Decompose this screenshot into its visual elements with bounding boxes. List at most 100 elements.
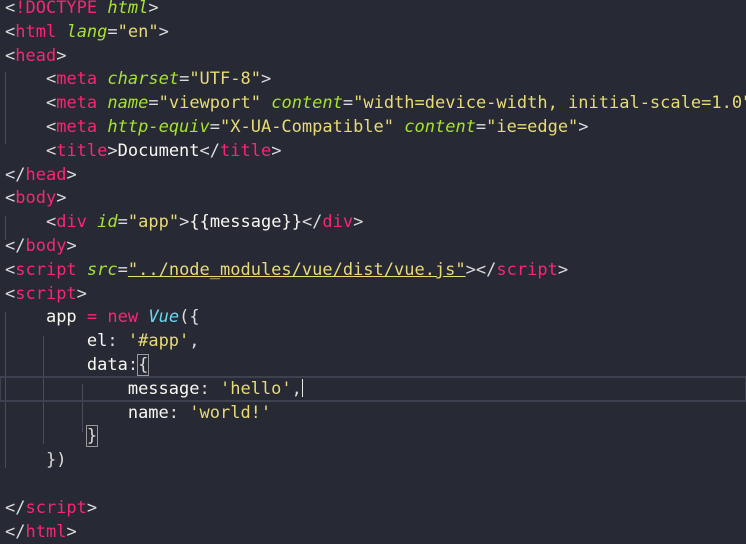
code-token: }) (45, 450, 67, 470)
code-line[interactable]: <script> (0, 282, 746, 306)
code-token: lang (66, 22, 108, 42)
code-token: > (465, 260, 476, 280)
code-line[interactable]: <meta http-equiv="X-UA-Compatible" conte… (0, 115, 746, 139)
code-line[interactable]: <!DOCTYPE html> (0, 0, 746, 20)
code-line[interactable]: el: '#app', (0, 329, 746, 353)
code-token: "width=device-width, initial-scale=1.0" (353, 93, 746, 113)
code-token: "X-UA-Compatible" (220, 117, 395, 137)
code-line[interactable]: <meta charset="UTF-8"> (0, 67, 746, 91)
code-line[interactable]: <html lang="en"> (0, 20, 746, 44)
code-line[interactable]: <body> (0, 186, 746, 210)
code-token: src (86, 260, 118, 280)
code-token: </ (475, 260, 497, 280)
code-line[interactable]: } (0, 424, 746, 448)
code-token: > (66, 522, 77, 542)
code-editor[interactable]: <!DOCTYPE html> <html lang="en"> <head> <m… (0, 0, 746, 542)
code-token: div (56, 212, 87, 232)
code-token: < (5, 22, 16, 42)
code-line-text: el: '#app', (5, 329, 200, 353)
code-token: < (45, 69, 57, 89)
code-token: body (15, 188, 57, 208)
code-line-text: <meta charset="UTF-8"> (5, 67, 271, 91)
code-token: meta (56, 93, 98, 113)
code-token: "en" (117, 22, 159, 42)
code-token: meta (56, 69, 98, 89)
code-line-text: } (5, 424, 99, 448)
code-token: script (15, 284, 77, 304)
code-token: : (168, 403, 190, 423)
code-line-text: <meta name="viewport" content="width=dev… (5, 91, 746, 115)
code-token: > (107, 141, 118, 161)
code-line-text: </script> (5, 496, 97, 520)
code-token: : (107, 331, 128, 351)
code-token: script (15, 260, 77, 280)
code-token: </ (5, 498, 26, 518)
code-line[interactable]: data:{ (0, 353, 746, 377)
code-token: < (5, 260, 16, 280)
code-token: > (76, 284, 87, 304)
code-token: > (158, 22, 169, 42)
code-line[interactable]: }) (0, 448, 746, 472)
code-line-text: <!DOCTYPE html> (5, 0, 159, 20)
code-token: : (127, 355, 139, 375)
code-token: = (117, 212, 128, 232)
code-line-text: <html lang="en"> (5, 20, 169, 44)
code-line[interactable]: app = new Vue({ (0, 305, 746, 329)
code-line-text: <head> (5, 44, 66, 68)
code-token: head (15, 46, 57, 66)
code-token: html (15, 22, 57, 42)
code-token: title (56, 141, 108, 161)
code-line[interactable] (0, 472, 746, 496)
code-line[interactable]: message: 'hello', (0, 376, 746, 402)
code-token: Document (117, 141, 200, 161)
code-token: name (127, 403, 169, 423)
code-line[interactable]: <div id="app">{{message}}</div> (0, 210, 746, 234)
text-caret (301, 379, 303, 397)
code-token: '#app' (127, 331, 190, 351)
code-token: </ (199, 141, 221, 161)
code-token: 'hello' (219, 379, 292, 399)
code-token: > (353, 212, 364, 232)
code-line-text: <script> (5, 282, 87, 306)
code-line-text: <script src="../node_modules/vue/dist/vu… (5, 258, 568, 282)
code-line[interactable]: <script src="../node_modules/vue/dist/vu… (0, 258, 746, 282)
code-token: < (5, 188, 16, 208)
code-token: < (45, 212, 57, 232)
code-token: 'world!' (189, 403, 272, 423)
code-token: > (271, 141, 282, 161)
code-token: title (220, 141, 272, 161)
code-token: > (179, 212, 190, 232)
code-token: </ (301, 212, 323, 232)
code-token: data (86, 355, 128, 375)
code-line[interactable]: <meta name="viewport" content="width=dev… (0, 91, 746, 115)
code-token: > (86, 498, 98, 518)
code-token: "viewport" (158, 93, 261, 113)
code-line-text: <title>Document</title> (5, 139, 282, 163)
code-line[interactable]: </head> (0, 163, 746, 187)
code-line[interactable]: name: 'world!' (0, 401, 746, 425)
code-line[interactable]: </script> (0, 496, 746, 520)
code-line[interactable]: </body> (0, 234, 746, 258)
code-token: < (45, 117, 57, 137)
code-token: < (5, 46, 16, 66)
code-line[interactable]: </html> (0, 520, 746, 544)
code-line-text: </html> (5, 520, 77, 544)
code-line[interactable]: <head> (0, 44, 746, 68)
code-line[interactable]: <title>Document</title> (0, 139, 746, 163)
code-token: = (107, 22, 118, 42)
code-token: html (25, 522, 67, 542)
code-token: < (5, 0, 16, 18)
code-token: message (127, 379, 200, 399)
